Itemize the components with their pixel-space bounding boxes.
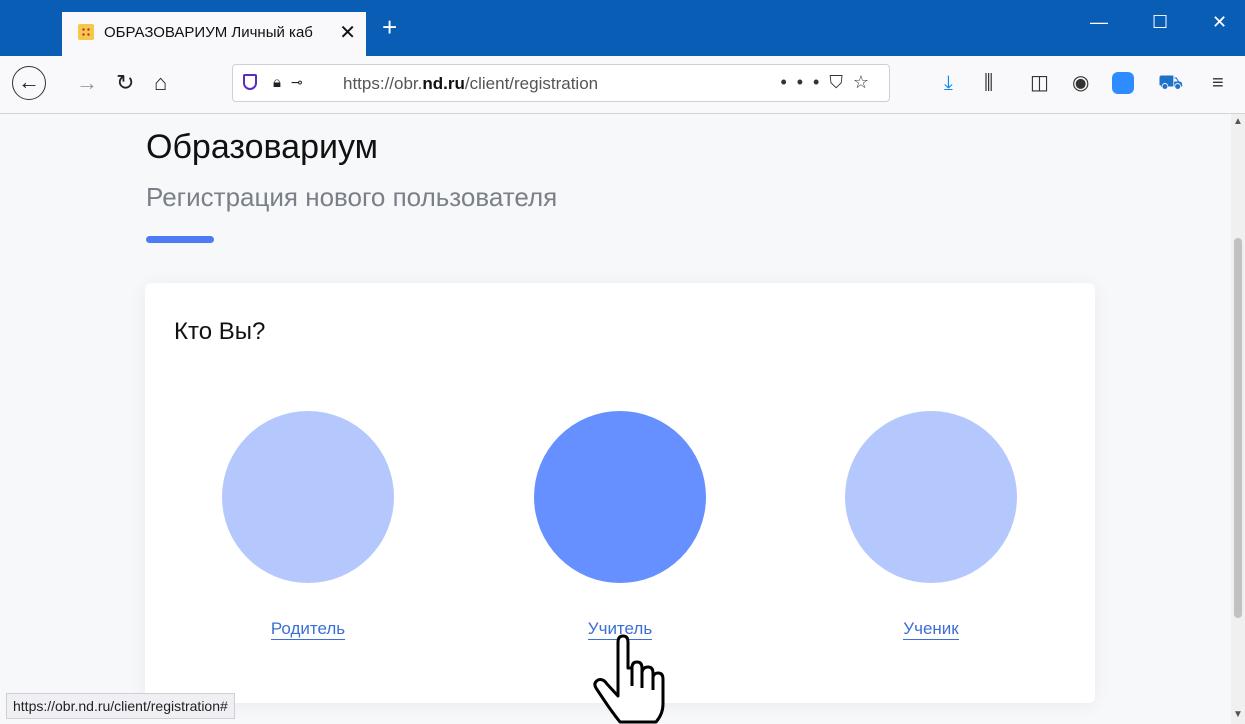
tab-title: ОБРАЗОВАРИУМ Личный каб <box>104 24 313 41</box>
scroll-up-icon[interactable]: ▲ <box>1233 116 1243 127</box>
site-favicon-icon <box>78 24 94 40</box>
page-scrollbar[interactable]: ▲ ▼ <box>1231 114 1245 724</box>
accent-divider <box>146 236 214 243</box>
page-subtitle: Регистрация нового пользователя <box>146 182 558 212</box>
library-icon[interactable]: ⫼ <box>984 72 993 94</box>
address-bar[interactable]: 🔒︎ ⊸ https://obr.nd.ru/client/registrati… <box>232 64 890 102</box>
role-student[interactable]: Ученик <box>845 411 1017 640</box>
zoom-extension-icon[interactable] <box>1112 72 1134 94</box>
close-window-icon[interactable]: ✕ <box>1212 12 1227 33</box>
page-title: Образовариум <box>146 128 378 166</box>
sidebar-icon[interactable]: ◫ <box>1030 72 1049 94</box>
status-url: https://obr.nd.ru/client/registration# <box>6 693 235 719</box>
tab-close-icon[interactable]: ✕ <box>339 20 356 45</box>
role-teacher[interactable]: Учитель <box>534 411 706 640</box>
account-icon[interactable]: ◉ <box>1072 72 1089 94</box>
card-question: Кто Вы? <box>174 318 266 345</box>
reload-button[interactable]: ↻ <box>116 70 134 96</box>
role-parent-link[interactable]: Родитель <box>222 619 394 640</box>
hand-pointer-icon <box>593 634 665 724</box>
lock-icon[interactable]: 🔒︎ <box>273 74 281 91</box>
key-icon[interactable]: ⊸ <box>291 74 303 91</box>
tracking-shield-icon[interactable] <box>243 74 257 90</box>
role-parent-circle[interactable] <box>222 411 394 583</box>
url-text[interactable]: https://obr.nd.ru/client/registration <box>343 74 598 94</box>
browser-tab[interactable]: ОБРАЗОВАРИУМ Личный каб ✕ <box>62 12 366 56</box>
menu-icon[interactable]: ≡ <box>1212 72 1224 94</box>
role-parent[interactable]: Родитель <box>222 411 394 640</box>
role-student-link[interactable]: Ученик <box>845 619 1017 640</box>
url-actions-icons[interactable]: •••⛉☆ <box>780 72 879 93</box>
new-tab-button[interactable]: + <box>382 14 397 40</box>
cart-icon[interactable]: ⛟ <box>1158 72 1183 94</box>
browser-toolbar: ← → ↻ ⌂ 🔒︎ ⊸ https://obr.nd.ru/client/re… <box>0 56 1245 114</box>
role-student-circle[interactable] <box>845 411 1017 583</box>
forward-button[interactable]: → <box>76 70 98 96</box>
page-content: Образовариум Регистрация нового пользова… <box>0 114 1231 724</box>
download-icon[interactable]: ⤓ <box>944 72 953 94</box>
role-teacher-circle[interactable] <box>534 411 706 583</box>
maximize-icon[interactable]: ☐ <box>1152 12 1168 33</box>
back-button[interactable]: ← <box>12 66 46 100</box>
home-button[interactable]: ⌂ <box>154 70 167 96</box>
minimize-icon[interactable]: — <box>1090 12 1108 33</box>
browser-titlebar: ОБРАЗОВАРИУМ Личный каб ✕ + — ☐ ✕ <box>0 0 1245 56</box>
scroll-down-icon[interactable]: ▼ <box>1233 709 1243 720</box>
scroll-thumb[interactable] <box>1234 238 1242 618</box>
